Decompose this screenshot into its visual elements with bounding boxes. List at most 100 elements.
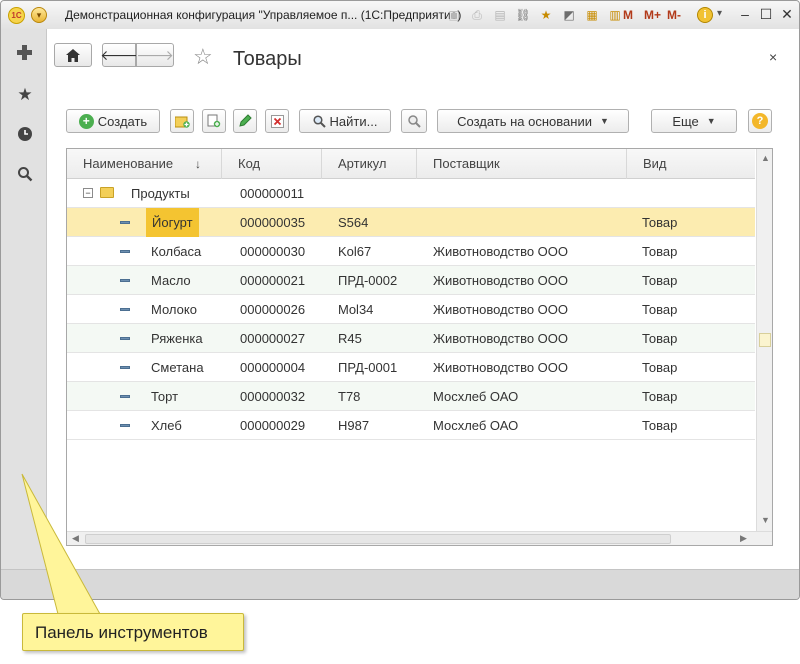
- column-header-name[interactable]: Наименование ↓: [67, 149, 222, 179]
- history-icon[interactable]: ◩: [560, 6, 578, 24]
- plus-icon: +: [78, 113, 94, 129]
- table-row[interactable]: Масло 000000021 ПРД-0002 Животноводство …: [67, 266, 755, 295]
- window-title: Демонстрационная конфигурация "Управляем…: [65, 8, 462, 22]
- search-icon[interactable]: [15, 164, 35, 184]
- maximize-button[interactable]: ☐: [756, 5, 776, 23]
- edit-button[interactable]: [233, 109, 257, 133]
- scroll-left-icon[interactable]: ◀: [72, 533, 79, 544]
- screenshot-root: 1С ▾ Демонстрационная конфигурация "Упра…: [0, 0, 800, 664]
- cell-article: H987: [338, 418, 370, 433]
- form-close-button[interactable]: ×: [769, 49, 777, 65]
- status-bar: [1, 569, 799, 599]
- app-logo-icon: 1С: [8, 7, 25, 24]
- cell-article: ПРД-0001: [338, 360, 398, 375]
- info-icon[interactable]: i: [697, 7, 713, 23]
- forward-button[interactable]: 🡒: [136, 43, 174, 67]
- sections-panel: ★: [1, 29, 47, 569]
- cell-code: 000000030: [240, 244, 306, 259]
- history-clock-icon[interactable]: [15, 124, 35, 144]
- table-row[interactable]: Торт 000000032 T78 Мосхлеб ОАО Товар: [67, 382, 755, 411]
- callout-text: Панель инструментов: [35, 623, 208, 642]
- favorites-star-icon[interactable]: ★: [15, 85, 35, 105]
- link-icon[interactable]: ⛓: [514, 6, 532, 24]
- delete-mark-button[interactable]: [265, 109, 289, 133]
- cell-article: ПРД-0002: [338, 273, 398, 288]
- create-button[interactable]: + Создать: [66, 109, 160, 133]
- scroll-up-icon[interactable]: ▲: [761, 153, 770, 163]
- more-button[interactable]: Еще ▼: [651, 109, 737, 133]
- table-row[interactable]: Йогурт 000000035 S564 Товар: [67, 208, 755, 237]
- cell-kind: Товар: [642, 215, 678, 230]
- cell-kind: Товар: [642, 418, 678, 433]
- calendar-icon[interactable]: ▥: [606, 6, 624, 24]
- vertical-scrollbar[interactable]: ▲ ▼: [756, 149, 772, 531]
- add-to-favorites-icon[interactable]: ★: [537, 6, 555, 24]
- column-header-supplier[interactable]: Поставщик: [417, 149, 627, 179]
- add-to-favorites-star-icon[interactable]: ☆: [193, 44, 213, 70]
- find-button[interactable]: Найти...: [299, 109, 391, 133]
- info-dropdown-icon[interactable]: ▾: [717, 8, 722, 19]
- vertical-scroll-thumb[interactable]: [759, 333, 771, 347]
- group-row[interactable]: − Продукты 000000011: [67, 179, 755, 208]
- title-toolbar: ▣ ⎙ ▤ ⛓ ★ ◩ ▦ ▥: [445, 6, 624, 24]
- preview-icon[interactable]: ▤: [491, 6, 509, 24]
- cell-name: Хлеб: [151, 418, 182, 433]
- table-row[interactable]: Молоко 000000026 Mol34 Животноводство ОО…: [67, 295, 755, 324]
- window-close-button[interactable]: ✕: [777, 5, 797, 23]
- help-icon: ?: [752, 113, 768, 129]
- table-row[interactable]: Хлеб 000000029 H987 Мосхлеб ОАО Товар: [67, 411, 755, 440]
- copy-button[interactable]: [202, 109, 226, 133]
- more-button-label: Еще: [672, 113, 699, 129]
- table-row[interactable]: Ряженка 000000027 R45 Животноводство ООО…: [67, 324, 755, 353]
- create-based-on-button[interactable]: Создать на основании ▼: [437, 109, 629, 133]
- memory-minus-button[interactable]: M-: [667, 8, 681, 22]
- page-title: Товары: [233, 48, 302, 70]
- folder-icon: [100, 187, 114, 198]
- group-code: 000000011: [240, 186, 305, 201]
- horizontal-scroll-thumb[interactable]: [85, 534, 671, 544]
- cell-supplier: Животноводство ООО: [433, 360, 569, 375]
- scroll-down-icon[interactable]: ▼: [761, 515, 770, 525]
- cancel-search-icon: [407, 114, 421, 128]
- main-menu-button[interactable]: ▾: [31, 7, 47, 23]
- cell-supplier: Животноводство ООО: [433, 331, 569, 346]
- functions-menu-icon[interactable]: [15, 43, 35, 63]
- chevron-down-icon: ▼: [599, 116, 609, 126]
- cell-name: Сметана: [151, 360, 204, 375]
- list-form: 🡐 🡒 ☆ Товары × + Создать Найти... Создат…: [47, 29, 799, 569]
- create-group-button[interactable]: [170, 109, 194, 133]
- cell-code: 000000026: [240, 302, 306, 317]
- create-button-label: Создать: [97, 113, 148, 129]
- create-based-on-label: Создать на основании: [457, 113, 592, 129]
- column-header-article[interactable]: Артикул: [322, 149, 417, 179]
- cell-code: 000000021: [240, 273, 306, 288]
- back-button[interactable]: 🡐: [100, 43, 138, 67]
- table-row[interactable]: Сметана 000000004 ПРД-0001 Животноводств…: [67, 353, 755, 382]
- save-icon[interactable]: ▣: [445, 6, 463, 24]
- cell-supplier: Животноводство ООО: [433, 273, 569, 288]
- table-row[interactable]: Колбаса 000000030 Kol67 Животноводство О…: [67, 237, 755, 266]
- help-button[interactable]: ?: [748, 109, 772, 133]
- horizontal-scrollbar[interactable]: ◀ ▶: [67, 531, 772, 545]
- cell-article: Kol67: [338, 244, 372, 259]
- pencil-icon: [239, 114, 252, 127]
- cell-supplier: Животноводство ООО: [433, 302, 569, 317]
- column-header-kind[interactable]: Вид: [627, 149, 755, 179]
- cell-kind: Товар: [642, 273, 678, 288]
- calculator-icon[interactable]: ▦: [583, 6, 601, 24]
- minimize-button[interactable]: –: [735, 5, 755, 23]
- collapse-toggle-icon[interactable]: −: [83, 188, 93, 198]
- memory-button[interactable]: M: [623, 8, 633, 22]
- home-button[interactable]: [54, 43, 92, 67]
- cell-name: Масло: [151, 273, 191, 288]
- print-icon[interactable]: ⎙: [468, 6, 486, 24]
- item-icon: [120, 366, 130, 369]
- app-window: 1С ▾ Демонстрационная конфигурация "Упра…: [0, 0, 800, 600]
- cell-kind: Товар: [642, 302, 678, 317]
- scroll-right-icon[interactable]: ▶: [740, 533, 747, 544]
- item-icon: [120, 221, 130, 224]
- cancel-search-button[interactable]: [401, 109, 427, 133]
- cell-name: Йогурт: [146, 208, 199, 237]
- memory-plus-button[interactable]: M+: [644, 8, 661, 22]
- column-header-code[interactable]: Код: [222, 149, 322, 179]
